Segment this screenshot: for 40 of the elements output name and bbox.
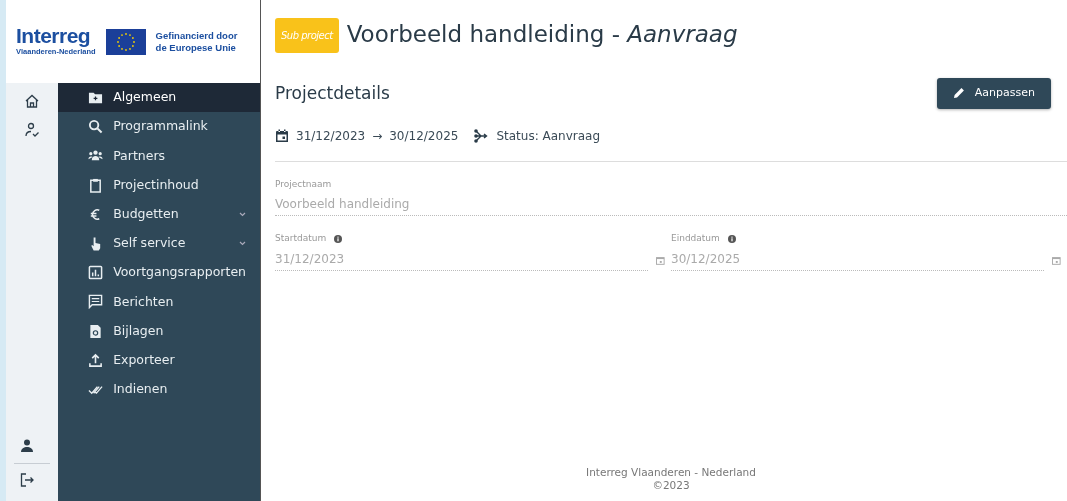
nav-item[interactable]: Self service <box>58 228 260 259</box>
user-icon[interactable] <box>19 438 36 454</box>
field-label: Projectnaam <box>275 177 332 191</box>
status-text: Status: Aanvraag <box>496 127 601 145</box>
pencil-icon <box>952 87 965 100</box>
section-title: Projectdetails <box>275 83 390 104</box>
message-icon <box>88 294 104 310</box>
nav-item[interactable]: Exporteer <box>58 345 260 375</box>
calendar-icon <box>275 128 289 143</box>
nav-item[interactable]: Algemeen <box>58 83 260 113</box>
nav-item[interactable]: Budgetten <box>58 199 260 229</box>
nav-item[interactable]: Voortgangsrapporten <box>58 258 260 288</box>
nav-item[interactable]: Bijlagen <box>58 316 260 346</box>
field-label: Startdatum <box>275 232 327 245</box>
folder-icon <box>88 90 104 106</box>
arrow-glyph: → <box>372 127 383 145</box>
logout-icon[interactable] <box>19 472 36 488</box>
nav-item[interactable]: Programmalink <box>58 112 260 142</box>
nav-item[interactable]: Partners <box>58 141 260 171</box>
flag-icon <box>105 28 146 55</box>
clipboard-icon <box>88 177 104 193</box>
upload-icon <box>88 352 104 368</box>
user-check-icon[interactable] <box>24 122 41 138</box>
edit-button[interactable]: Aanpassen <box>936 78 1051 109</box>
search-icon <box>88 119 104 135</box>
home-icon[interactable] <box>24 93 41 109</box>
start-date: 31/12/2023 <box>296 127 366 145</box>
nav-item[interactable]: Berichten <box>58 287 260 317</box>
footer-text: Interreg Vlaanderen - Nederland <box>585 465 757 480</box>
document-icon <box>88 323 104 339</box>
end-date: 30/12/2025 <box>389 127 459 145</box>
sub-project-badge: Sub project <box>275 17 339 53</box>
nav-item[interactable]: Projectinhoud <box>58 170 260 200</box>
funding-text: Gefinancierd door de Europese Unie <box>155 30 239 53</box>
field-label: Einddatum <box>671 232 720 245</box>
nav-item[interactable]: Indienen <box>58 374 260 405</box>
page-title: Voorbeeld handleiding - Aanvraag <box>346 21 738 49</box>
copyright-text: ©2023 <box>651 479 691 493</box>
status-flow-icon <box>473 128 490 143</box>
bar-chart-icon <box>88 265 104 281</box>
